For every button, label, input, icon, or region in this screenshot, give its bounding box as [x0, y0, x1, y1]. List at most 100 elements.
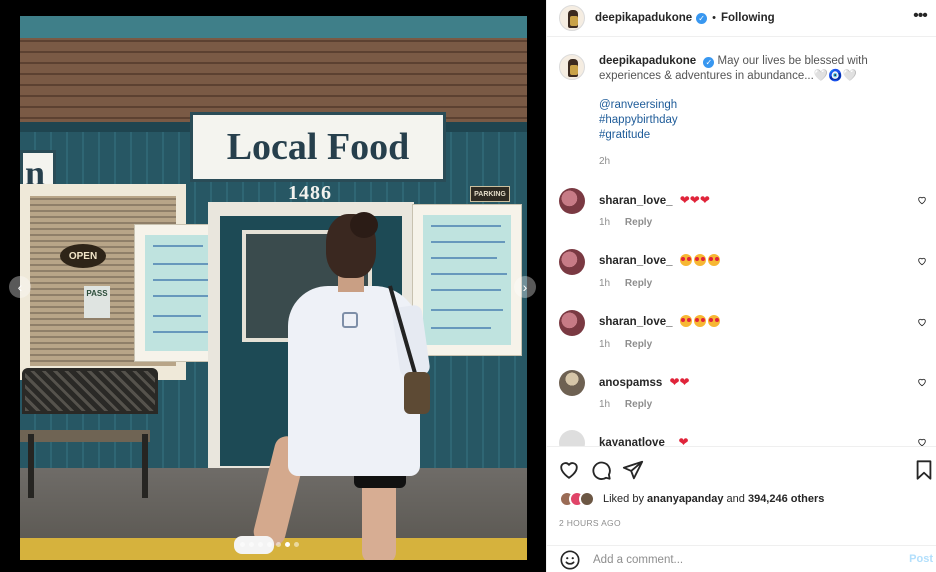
red-heart-icon: ❤ [679, 193, 690, 207]
post-sidebar: deepikapadukone ✓ • Following ••• deepik… [546, 0, 936, 572]
comment-time: 1h [599, 217, 611, 228]
comments-list[interactable]: deepikapadukone ✓ May our lives be bless… [547, 38, 936, 446]
comment-avatar[interactable] [559, 249, 585, 275]
carousel-dot [249, 542, 254, 547]
person-hair-bun [350, 212, 378, 238]
comment-username[interactable]: sharan_love_ [599, 195, 673, 207]
menu-line [153, 315, 201, 317]
caption-avatar[interactable] [559, 54, 585, 80]
comment-username[interactable]: kayanatlove_ [599, 437, 671, 446]
menu-line [431, 225, 501, 227]
add-comment-bar: Post [547, 545, 936, 572]
menu-line [431, 327, 491, 329]
bench-leg [142, 434, 148, 498]
comment-avatar[interactable] [559, 310, 585, 336]
post-actions: Liked by ananyapanday and 394,246 others… [547, 446, 936, 572]
red-heart-icon: ❤ [678, 435, 689, 446]
emoji-icon[interactable] [559, 549, 581, 571]
author-username[interactable]: deepikapadukone [595, 12, 692, 24]
carousel-dot [294, 542, 299, 547]
comment-input[interactable] [593, 553, 893, 566]
comment-username[interactable]: anospamss [599, 377, 662, 389]
comment-item: sharan_love_ 1h Reply [559, 249, 927, 305]
red-heart-icon: ❤ [699, 193, 710, 207]
menu-line [431, 273, 507, 275]
comment-username[interactable]: sharan_love_ [599, 316, 673, 328]
carousel-prev-button[interactable]: ‹ [9, 276, 31, 298]
bench [20, 368, 160, 498]
heart-eyes-emoji-icon [707, 315, 720, 327]
comment-username[interactable]: sharan_love_ [599, 255, 673, 267]
carousel-next-button[interactable]: › [514, 276, 536, 298]
menu-line [153, 245, 203, 247]
header-separator: • [712, 12, 716, 24]
verified-badge-icon: ✓ [696, 12, 708, 24]
comment-emoji-text [679, 254, 722, 267]
post-photo[interactable]: Local Food n 1486 OPEN PASS PARKING [20, 16, 527, 560]
more-options-icon[interactable]: ••• [911, 8, 929, 27]
comment-item: kayanatlove_ ❤ [559, 430, 927, 446]
post-header: deepikapadukone ✓ • Following ••• [547, 0, 936, 37]
comment-avatar[interactable] [559, 430, 585, 446]
bench-leg [28, 434, 34, 498]
reply-button[interactable]: Reply [625, 217, 652, 228]
comment-like-icon[interactable] [917, 195, 927, 205]
reply-button[interactable]: Reply [625, 278, 652, 289]
caption-mention[interactable]: @ranveersingh [599, 98, 927, 113]
comment-time: 1h [599, 278, 611, 289]
comment-time: 1h [599, 399, 611, 410]
comment-like-icon[interactable] [917, 256, 927, 266]
comment-item: anospamss ❤❤ 1h Reply [559, 370, 927, 426]
likes-middle: and [726, 493, 745, 505]
liker-avatar [579, 491, 595, 507]
comment-like-icon[interactable] [917, 437, 927, 446]
local-food-sign: Local Food [190, 112, 446, 182]
comment-like-icon[interactable] [917, 377, 927, 387]
following-button[interactable]: Following [721, 12, 775, 24]
comment-time: 1h [599, 339, 611, 350]
menu-line [153, 263, 213, 265]
heart-icon[interactable] [558, 459, 580, 481]
heart-eyes-emoji-icon [693, 315, 706, 327]
menu-line [153, 279, 208, 281]
caption-username[interactable]: deepikapadukone [599, 55, 696, 67]
menu-line [431, 289, 501, 291]
bench-seat [20, 430, 150, 442]
red-heart-icon: ❤ [669, 375, 680, 389]
heart-eyes-emoji-icon [679, 254, 692, 266]
menu-line [153, 331, 213, 333]
comment-emoji-text: ❤❤ [669, 375, 690, 389]
caption-hashtag[interactable]: #gratitude [599, 128, 927, 143]
comment-item: sharan_love_ 1h Reply [559, 310, 927, 366]
reply-button[interactable]: Reply [625, 399, 652, 410]
verified-badge-icon: ✓ [703, 57, 715, 68]
comment-avatar[interactable] [559, 370, 585, 396]
carousel-dot [258, 542, 263, 547]
shirt-emblem [342, 312, 358, 328]
caption-hashtag[interactable]: #happybirthday [599, 113, 927, 128]
comment-item: sharan_love_ ❤❤❤ 1h Reply [559, 188, 927, 244]
carousel-dot [240, 542, 245, 547]
comment-avatar[interactable] [559, 188, 585, 214]
post-comment-button[interactable]: Post [909, 553, 933, 565]
post-timestamp[interactable]: 2 HOURS AGO [559, 518, 621, 528]
comment-emoji-text: ❤ [678, 435, 689, 446]
carousel-dot [285, 542, 290, 547]
reply-button[interactable]: Reply [625, 339, 652, 350]
carousel-dots [240, 542, 299, 547]
comment-like-icon[interactable] [917, 317, 927, 327]
menu-line [431, 309, 503, 311]
caption-time: 2h [599, 156, 611, 167]
comment-emoji-text [679, 315, 722, 328]
post-media: Local Food n 1486 OPEN PASS PARKING ‹ › [0, 0, 546, 572]
liked-by-user[interactable]: ananyapanday [647, 493, 723, 505]
share-icon[interactable] [622, 459, 644, 481]
comment-icon[interactable] [590, 459, 612, 481]
red-heart-icon: ❤ [679, 375, 690, 389]
post-caption: deepikapadukone ✓ May our lives be bless… [559, 54, 927, 169]
likes-count[interactable]: 394,246 others [748, 493, 824, 505]
bench-back [22, 368, 158, 414]
bookmark-icon[interactable] [913, 459, 935, 481]
author-avatar[interactable] [559, 5, 585, 31]
red-heart-icon: ❤ [689, 193, 700, 207]
